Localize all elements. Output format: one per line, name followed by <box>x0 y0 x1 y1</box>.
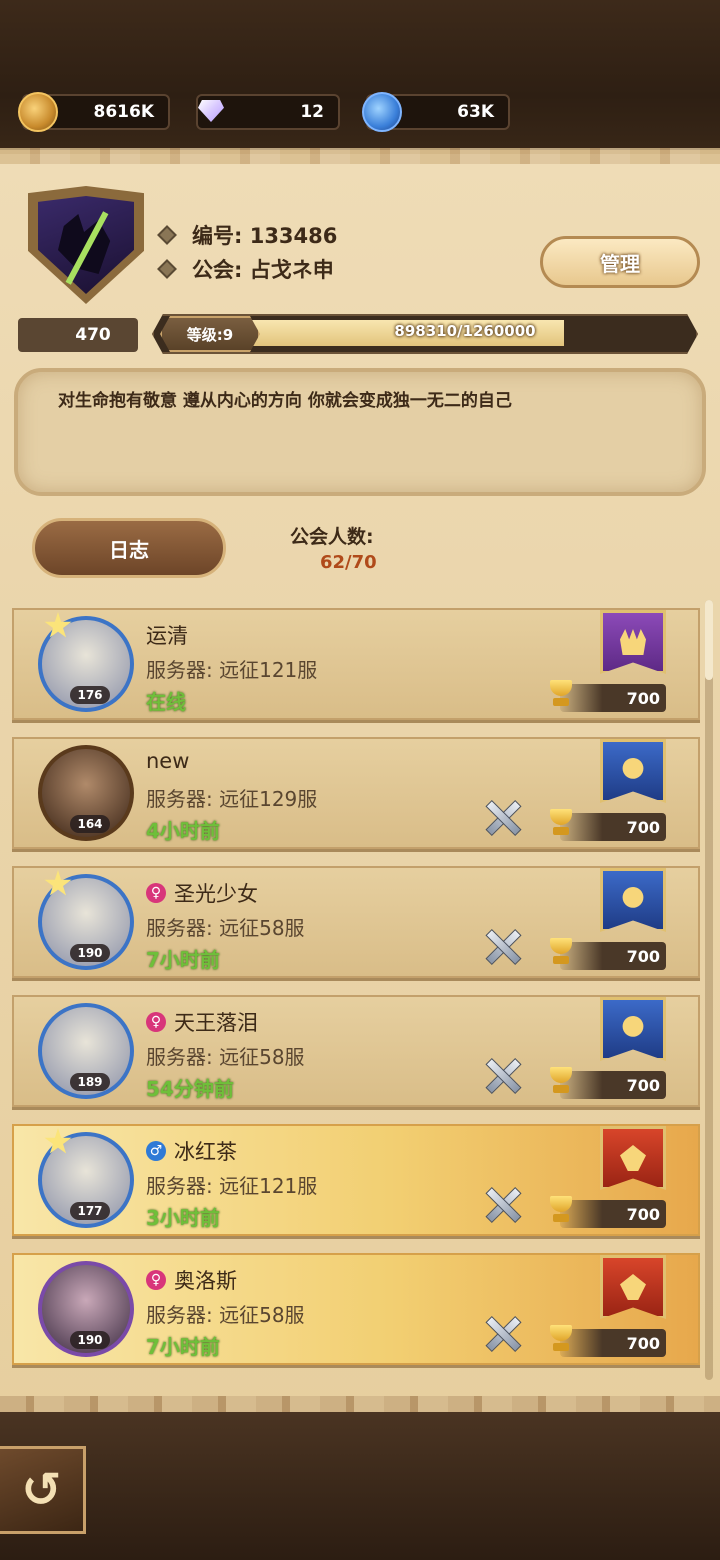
magic-dust-icon <box>362 92 402 132</box>
guild-name-row: 公会: 占戈ネ申 <box>157 254 334 284</box>
trophy-icon <box>546 809 576 839</box>
rank-banner-icon <box>600 610 666 674</box>
member-avatar[interactable]: 189 <box>38 1003 134 1099</box>
banner-emblem-icon <box>622 758 644 779</box>
male-icon: ♂ <box>146 1141 166 1161</box>
crossed-swords-icon <box>482 1313 522 1353</box>
member-list-scrollbar[interactable] <box>705 600 713 1380</box>
diamond-icon <box>192 92 232 132</box>
dust-counter[interactable]: 63K <box>362 92 510 132</box>
member-level: 177 <box>70 1202 110 1220</box>
member-avatar[interactable]: 164 <box>38 745 134 841</box>
member-row[interactable]: 177 ♂ 冰红茶 服务器: 远征121服 3小时前 700 <box>12 1124 700 1236</box>
member-avatar[interactable]: 190 <box>38 1261 134 1357</box>
trophy-icon <box>546 1325 576 1355</box>
member-status: 54分钟前 <box>146 1077 234 1101</box>
member-count-label: 公会人数: <box>290 526 374 548</box>
rank-banner-icon <box>600 997 666 1061</box>
crossed-swords-icon <box>482 926 522 966</box>
rank-banner-icon <box>600 1126 666 1190</box>
member-level: 176 <box>70 686 110 704</box>
trophy-icon <box>546 1067 576 1097</box>
member-row[interactable]: 176 运清 服务器: 远征121服 在线 700 <box>12 608 700 720</box>
crossed-swords-icon <box>482 1184 522 1224</box>
member-row[interactable]: 190 ♀ 圣光少女 服务器: 远征58服 7小时前 700 <box>12 866 700 978</box>
member-level: 189 <box>70 1073 110 1091</box>
torn-edge-top <box>0 148 720 164</box>
member-name: 运清 <box>146 624 188 648</box>
member-name-row: 运清 <box>146 620 188 650</box>
back-button[interactable]: ↺ <box>0 1446 86 1534</box>
bottom-bar <box>0 1412 720 1560</box>
rank-banner-icon <box>600 739 666 803</box>
member-name-row: ♀ 奥洛斯 <box>146 1265 237 1295</box>
banner-emblem-icon <box>622 1016 644 1037</box>
female-icon: ♀ <box>146 883 166 903</box>
member-server: 服务器: 远征121服 <box>146 1174 318 1198</box>
trophy-icon <box>546 1196 576 1226</box>
member-name-row: ♀ 圣光少女 <box>146 878 258 908</box>
member-status: 4小时前 <box>146 819 220 843</box>
female-icon: ♀ <box>146 1012 166 1032</box>
top-bar <box>0 0 720 160</box>
member-server: 服务器: 远征129服 <box>146 787 318 811</box>
member-status: 7小时前 <box>146 948 220 972</box>
guild-notice: 对生命抱有敬意 遵从内心的方向 你就会变成独一无二的自己 <box>14 368 706 496</box>
member-row[interactable]: 189 ♀ 天王落泪 服务器: 远征58服 54分钟前 700 <box>12 995 700 1107</box>
gem-counter[interactable]: 12 <box>196 94 340 130</box>
member-name-row: ♀ 天王落泪 <box>146 1007 258 1037</box>
female-icon: ♀ <box>146 1270 166 1290</box>
banner-emblem-icon <box>620 629 646 655</box>
member-status: 在线 <box>146 690 186 714</box>
rank-banner-icon <box>600 868 666 932</box>
crossed-swords-icon <box>482 1055 522 1095</box>
gold-counter[interactable]: 8616K <box>18 92 170 132</box>
member-name: new <box>146 749 190 773</box>
member-name: 奥洛斯 <box>174 1269 237 1293</box>
gold-amount: 8616K <box>93 102 155 122</box>
member-server: 服务器: 远征58服 <box>146 1303 305 1327</box>
guild-trophy-count: 470 <box>18 318 138 352</box>
member-name: 圣光少女 <box>174 882 258 906</box>
exp-text: 898310/1260000 <box>394 322 536 340</box>
member-level: 164 <box>70 815 110 833</box>
trophy-icon <box>546 680 576 710</box>
member-level: 190 <box>70 1331 110 1349</box>
member-name: 天王落泪 <box>174 1011 258 1035</box>
crossed-swords-icon <box>482 797 522 837</box>
member-count-value: 62/70 <box>320 552 377 573</box>
scrollbar-thumb[interactable] <box>705 600 713 680</box>
manage-button[interactable]: 管理 <box>540 236 700 288</box>
banner-emblem-icon <box>620 1145 646 1171</box>
member-row[interactable]: 164 new 服务器: 远征129服 4小时前 700 <box>12 737 700 849</box>
guild-id-row: 编号: 133486 <box>157 220 338 250</box>
rank-banner-icon <box>600 1255 666 1319</box>
member-server: 服务器: 远征58服 <box>146 916 305 940</box>
member-status: 7小时前 <box>146 1335 220 1359</box>
member-level: 190 <box>70 944 110 962</box>
guild-id: 编号: 133486 <box>192 224 338 248</box>
member-server: 服务器: 远征58服 <box>146 1045 305 1069</box>
back-arrow-icon: ↺ <box>21 1462 62 1518</box>
banner-emblem-icon <box>622 887 644 908</box>
banner-emblem-icon <box>620 1274 646 1300</box>
member-status: 3小时前 <box>146 1206 220 1230</box>
level-badge: 等级:9 <box>160 316 260 352</box>
member-name-row: new <box>146 749 189 773</box>
trophy-icon <box>546 938 576 968</box>
guild-name: 公会: 占戈ネ申 <box>192 258 334 282</box>
diamond-bullet-icon <box>157 259 177 279</box>
log-button[interactable]: 日志 <box>32 518 226 578</box>
dust-amount: 63K <box>457 102 494 122</box>
gem-amount: 12 <box>300 102 324 122</box>
member-name: 冰红茶 <box>174 1140 237 1164</box>
member-server: 服务器: 远征121服 <box>146 658 318 682</box>
member-name-row: ♂ 冰红茶 <box>146 1136 237 1166</box>
gold-coin-icon <box>18 92 58 132</box>
diamond-bullet-icon <box>157 225 177 245</box>
member-row[interactable]: 190 ♀ 奥洛斯 服务器: 远征58服 7小时前 700 <box>12 1253 700 1365</box>
